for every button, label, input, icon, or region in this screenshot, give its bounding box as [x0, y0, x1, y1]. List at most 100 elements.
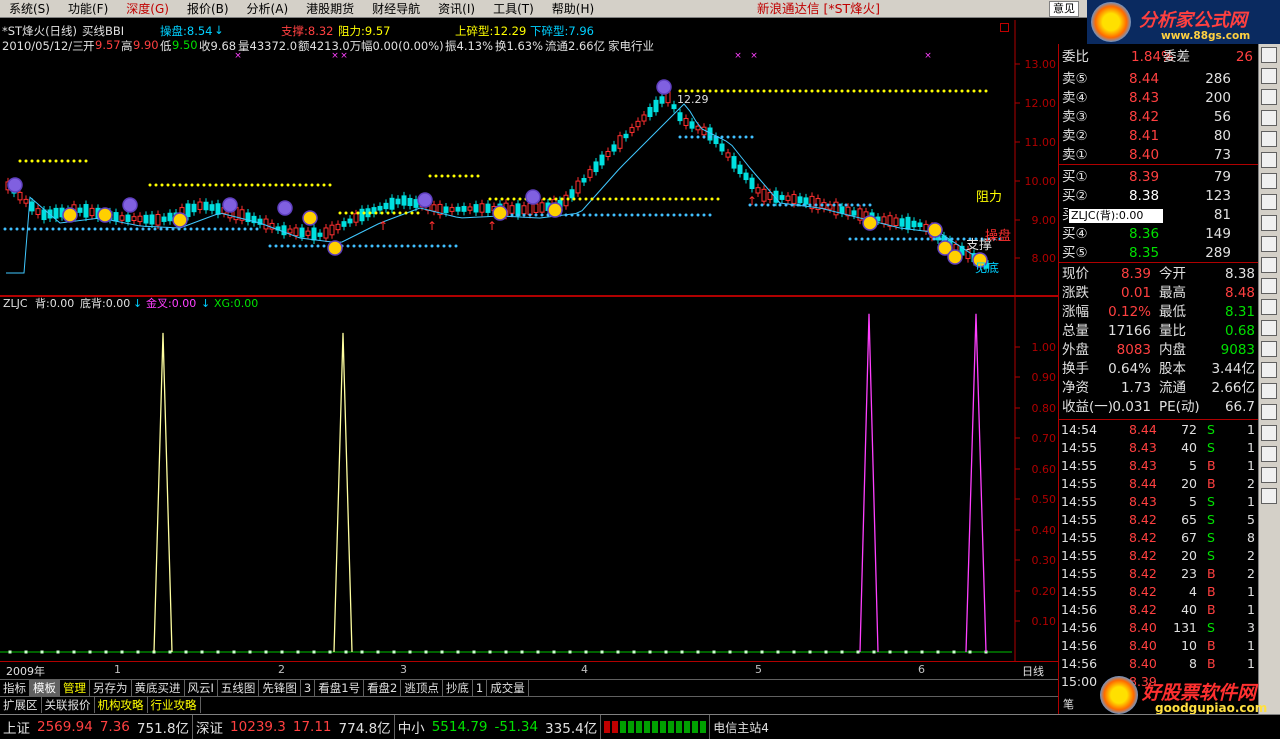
tool-icon[interactable]: [1261, 383, 1277, 399]
menu-system[interactable]: 系统(S): [0, 0, 59, 18]
menu-analysis[interactable]: 分析(A): [238, 0, 298, 18]
tick-count: 2: [1247, 566, 1255, 581]
tab-fengyun[interactable]: 风云I: [185, 680, 218, 696]
tool-icon[interactable]: [1261, 173, 1277, 189]
tab-watch-1[interactable]: 看盘1号: [315, 680, 365, 696]
tool-icon[interactable]: [1261, 362, 1277, 378]
menu-tools[interactable]: 工具(T): [484, 0, 543, 18]
tab-related-quote[interactable]: 关联报价: [42, 697, 95, 713]
tab-pioneer[interactable]: 先锋图: [259, 680, 301, 696]
tab-five-lines[interactable]: 五线图: [218, 680, 260, 696]
tool-icon[interactable]: [1261, 278, 1277, 294]
tab-manage[interactable]: 管理: [60, 680, 90, 696]
menu-finance-nav[interactable]: 财经导航: [363, 0, 429, 18]
indicator-point: [840, 650, 844, 654]
tick-side: B: [1207, 584, 1216, 599]
cross-marker-icon: ×: [750, 51, 758, 61]
tab-watch-2[interactable]: 看盘2: [364, 680, 402, 696]
index-sme[interactable]: 中小 5514.79 -51.34 335.4亿: [395, 714, 602, 739]
tab-industry[interactable]: 行业攻略: [148, 697, 201, 713]
smiley-icon: [492, 205, 508, 221]
stat-label: 换手: [1062, 361, 1089, 377]
tick-time: 14:55: [1061, 548, 1098, 563]
tick-count: 1: [1247, 494, 1255, 509]
menu-function[interactable]: 功能(F): [59, 0, 117, 18]
price-chart[interactable]: 13.0012.0011.0010.009.008.00 ↑ ↑ ↑↑× × × × × × …: [0, 20, 1058, 296]
tab-escape-top[interactable]: 逃顶点: [401, 680, 443, 696]
sell-price: 8.42: [1129, 109, 1160, 125]
menu-depth[interactable]: 深度(G): [117, 0, 178, 18]
period-label[interactable]: 日线: [1022, 663, 1044, 679]
stat-row: 外盘 8083 内盘 9083: [1059, 341, 1259, 359]
index-sz[interactable]: 深证 10239.3 17.11 774.8亿: [193, 714, 395, 739]
buy-row: 买④ 8.36 149: [1059, 225, 1259, 243]
stat-label: 收益(一): [1062, 399, 1114, 415]
tick-price: 8.42: [1129, 566, 1157, 581]
tool-icon[interactable]: [1261, 131, 1277, 147]
tick-time: 14:54: [1061, 422, 1098, 437]
tab-bottom-fish[interactable]: 抄底: [443, 680, 473, 696]
tool-icon[interactable]: [1261, 215, 1277, 231]
tab-volume[interactable]: 成交量: [487, 680, 529, 696]
server-name[interactable]: 电信主站4: [710, 715, 772, 739]
tab-ticks[interactable]: 笔: [1063, 696, 1074, 712]
index-sh[interactable]: 上证 2569.94 7.36 751.8亿: [0, 714, 194, 739]
stat-label: 外盘: [1062, 342, 1089, 358]
tab-template[interactable]: 模板: [30, 680, 60, 696]
tool-icon[interactable]: [1261, 68, 1277, 84]
tool-icon[interactable]: [1261, 425, 1277, 441]
tab-save-as[interactable]: 另存为: [90, 680, 132, 696]
tick-count: 1: [1247, 422, 1255, 437]
indicator-chart[interactable]: 1.00 0.90 0.80 0.70 0.60 0.50 0.40 0.30 0.20 0.10…: [0, 296, 1058, 661]
tick-row: 14:56 8.40 10 B 1: [1059, 637, 1259, 655]
tool-icon[interactable]: [1261, 236, 1277, 252]
template-tabs: 指标 模板 管理 另存为 黄底买进 风云I 五线图 先锋图 3 看盘1号 看盘2…: [0, 679, 1058, 696]
tab-institution[interactable]: 机构攻略: [95, 697, 148, 713]
menu-hk-futures[interactable]: 港股期货: [297, 0, 363, 18]
indicator-point: [952, 650, 956, 654]
tick-time: 14:55: [1061, 584, 1098, 599]
tick-volume: 4: [1189, 584, 1197, 599]
tool-icon[interactable]: [1261, 467, 1277, 483]
smiley-icon: [656, 79, 672, 95]
tab-3[interactable]: 3: [301, 680, 316, 696]
tool-icon[interactable]: [1261, 404, 1277, 420]
tool-icon[interactable]: [1261, 341, 1277, 357]
tick-side: B: [1207, 476, 1216, 491]
feedback-box[interactable]: 意见: [1049, 1, 1079, 17]
logo-top-url: www.88gs.com: [1161, 30, 1251, 42]
index-price: 10239.3: [230, 719, 286, 735]
tool-icon[interactable]: [1261, 320, 1277, 336]
stat-label: 现价: [1062, 266, 1089, 282]
tool-icon[interactable]: [1261, 194, 1277, 210]
stat-label: 最低: [1159, 304, 1186, 320]
indicator-point: [584, 650, 588, 654]
tick-side: S: [1207, 494, 1215, 509]
tool-icon[interactable]: [1261, 446, 1277, 462]
tool-icon[interactable]: [1261, 299, 1277, 315]
tool-icon[interactable]: [1261, 488, 1277, 504]
tick-volume: 5: [1189, 494, 1197, 509]
tick-count: 1: [1247, 440, 1255, 455]
tool-icon[interactable]: [1261, 89, 1277, 105]
tab-extension[interactable]: 扩展区: [0, 697, 42, 713]
tool-icon[interactable]: [1261, 110, 1277, 126]
tab-indicator[interactable]: 指标: [0, 680, 30, 696]
menu-quote[interactable]: 报价(B): [178, 0, 238, 18]
tool-icon[interactable]: [1261, 152, 1277, 168]
tool-icon[interactable]: [1261, 47, 1277, 63]
tick-time: 14:55: [1061, 566, 1098, 581]
sell-label: 卖①: [1062, 147, 1088, 163]
menu-news[interactable]: 资讯(I): [429, 0, 484, 18]
menu-help[interactable]: 帮助(H): [543, 0, 603, 18]
tick-count: 2: [1247, 476, 1255, 491]
x-label-3: 3: [400, 663, 407, 676]
tab-yellow-buy[interactable]: 黄底买进: [132, 680, 185, 696]
stat-value: 1.73: [1120, 380, 1151, 396]
indicator-point: [296, 650, 300, 654]
tab-1[interactable]: 1: [473, 680, 488, 696]
tool-icon[interactable]: [1261, 257, 1277, 273]
buy-row: 买① 8.39 79: [1059, 168, 1259, 186]
indicator-point: [696, 650, 700, 654]
tick-volume: 65: [1181, 512, 1197, 527]
